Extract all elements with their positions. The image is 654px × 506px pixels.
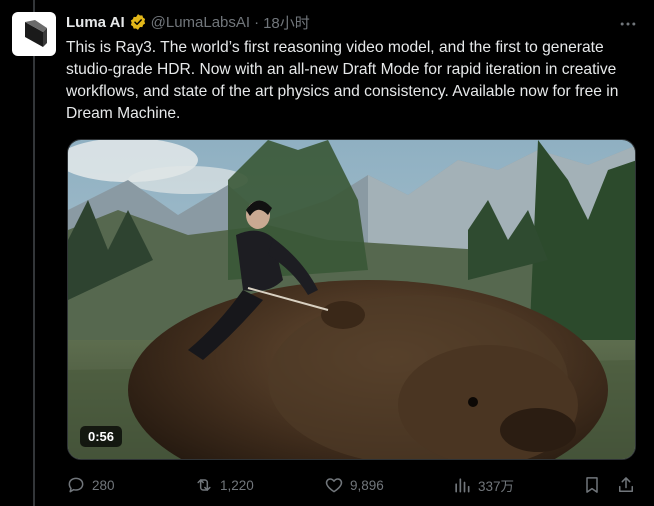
reply-count: 280 [92, 477, 115, 493]
share-button[interactable] [616, 473, 636, 497]
bookmark-button[interactable] [582, 473, 602, 497]
author-handle[interactable]: @LumaLabsAI [151, 14, 250, 31]
action-bar: 280 1,220 9,896 337万 [66, 473, 638, 497]
bookmark-icon [586, 477, 598, 493]
views-button[interactable]: 337万 [452, 473, 514, 497]
views-icon [455, 478, 470, 493]
reply-button[interactable]: 280 [66, 473, 115, 497]
author-name[interactable]: Luma AI [66, 14, 125, 31]
like-icon [325, 478, 343, 493]
retweet-button[interactable]: 1,220 [194, 473, 254, 497]
tweet-text: This is Ray3. The world’s first reasonin… [66, 39, 619, 122]
post-time[interactable]: 18小时 [263, 12, 310, 33]
luma-logo-icon [25, 20, 47, 47]
thread-line [33, 0, 35, 506]
separator-dot: · [254, 13, 260, 31]
reply-icon [68, 477, 84, 493]
retweet-count: 1,220 [220, 477, 254, 493]
avatar[interactable] [12, 12, 56, 56]
like-button[interactable]: 9,896 [324, 473, 384, 497]
video-duration: 0:56 [80, 426, 123, 447]
like-count: 9,896 [350, 477, 384, 493]
tweet[interactable]: Luma AI @LumaLabsAI · 18小时 This is Ray3.… [0, 0, 654, 506]
retweet-icon [197, 479, 211, 491]
verified-badge-icon [129, 13, 147, 31]
share-icon [619, 477, 633, 492]
video-thumbnail [68, 140, 635, 459]
views-count: 337万 [478, 479, 515, 494]
tweet-header: Luma AI @LumaLabsAI · 18小时 [66, 10, 310, 34]
more-icon[interactable] [616, 12, 640, 36]
video-player[interactable]: 0:56 [67, 139, 636, 460]
